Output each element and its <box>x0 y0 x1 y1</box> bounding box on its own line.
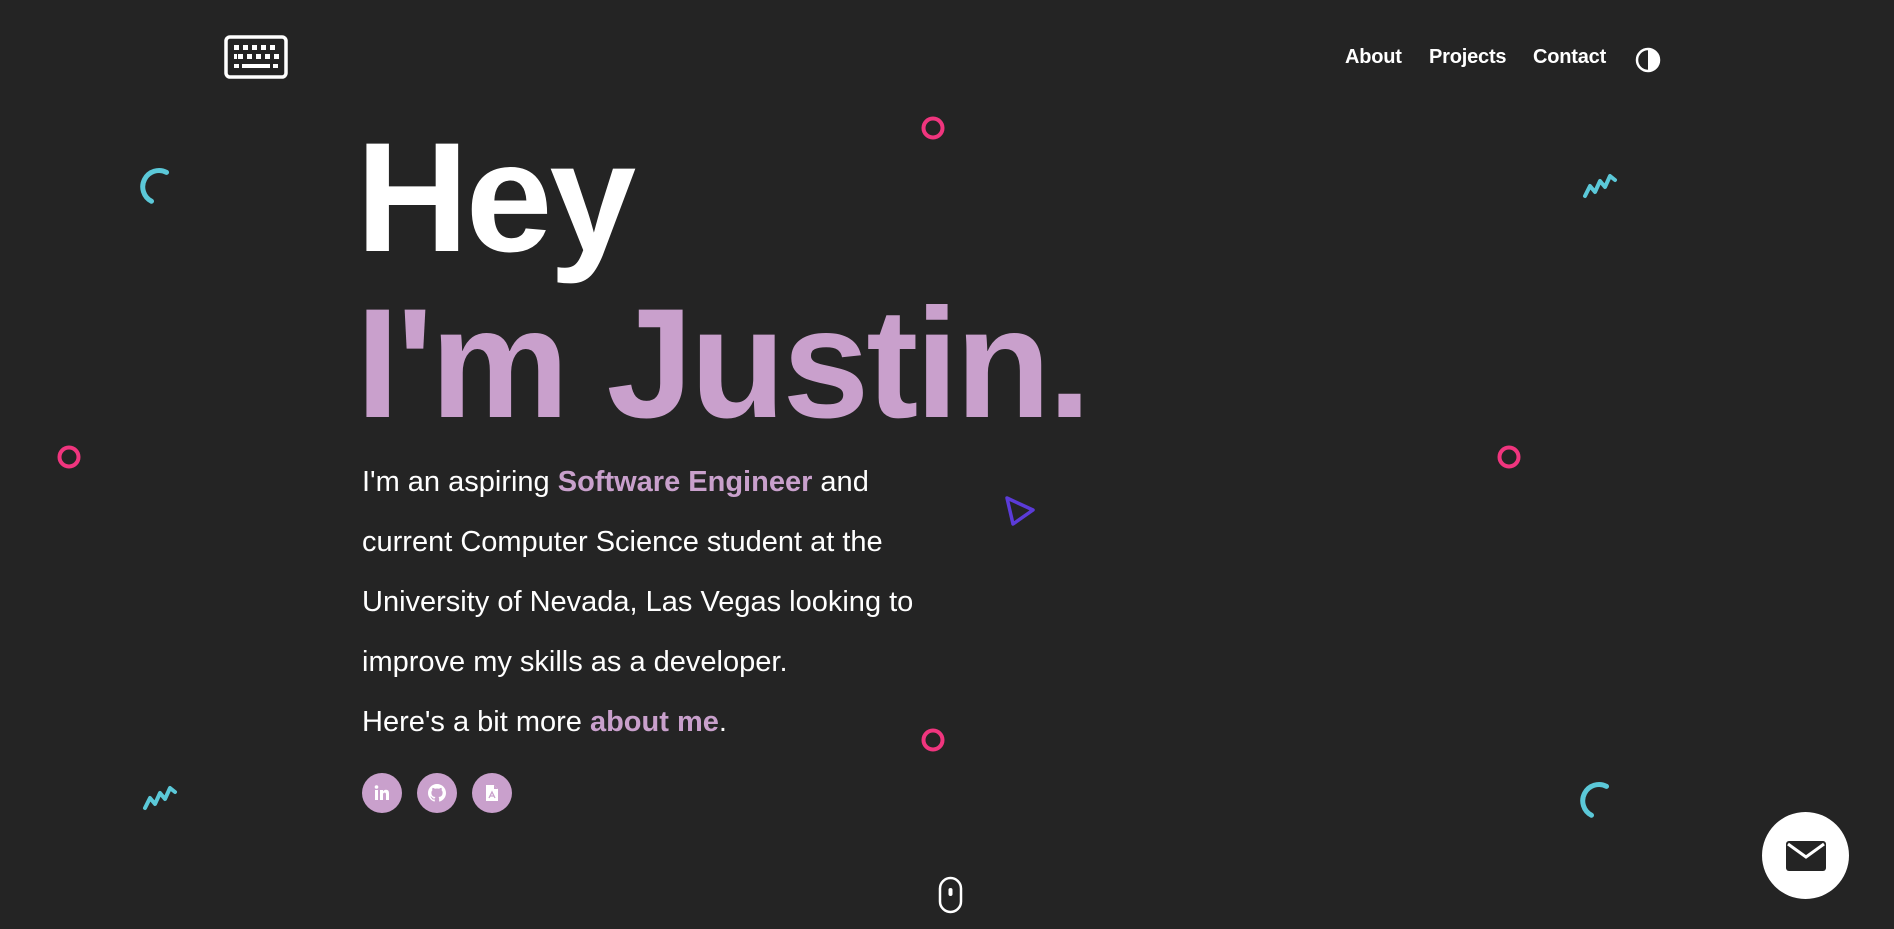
cyan-zigzag-icon <box>1583 174 1617 198</box>
linkedin-icon <box>374 785 389 800</box>
linkedin-button[interactable] <box>362 773 402 813</box>
resume-button[interactable] <box>472 773 512 813</box>
envelope-icon <box>1785 840 1826 871</box>
bio-text: . <box>718 706 727 738</box>
cyan-arc-icon <box>1580 782 1610 818</box>
purple-triangle-icon <box>1005 496 1035 526</box>
hero-name: I'm Justin. <box>356 277 1091 451</box>
pink-ring-icon <box>921 728 945 752</box>
theme-toggle-icon[interactable] <box>1635 47 1661 73</box>
cyan-zigzag-icon <box>143 786 177 810</box>
bio-text: I'm an aspiring <box>362 466 558 498</box>
social-links <box>362 773 512 813</box>
page: About Projects Contact Hey I'm Justin. I… <box>0 0 1894 929</box>
nav-contact-link[interactable]: Contact <box>1533 46 1606 69</box>
about-me-link[interactable]: about me <box>590 706 719 738</box>
hero-greeting: Hey <box>356 111 636 285</box>
pink-ring-icon <box>1497 445 1521 469</box>
resume-pdf-icon <box>486 785 498 801</box>
pink-ring-icon <box>921 116 945 140</box>
github-button[interactable] <box>417 773 457 813</box>
mouse-scroll-icon[interactable] <box>938 876 963 914</box>
cyan-arc-icon <box>140 168 170 204</box>
github-icon <box>428 784 446 802</box>
nav-about-link[interactable]: About <box>1345 46 1402 69</box>
main-nav: About Projects Contact <box>0 46 1894 70</box>
hero-bio: I'm an aspiring Software Engineer and cu… <box>362 452 942 752</box>
nav-projects-link[interactable]: Projects <box>1429 46 1507 69</box>
bio-text: Here's a bit more <box>362 706 590 738</box>
mail-button[interactable] <box>1762 812 1849 899</box>
pink-ring-icon <box>57 445 81 469</box>
bio-highlight: Software Engineer <box>557 466 813 498</box>
